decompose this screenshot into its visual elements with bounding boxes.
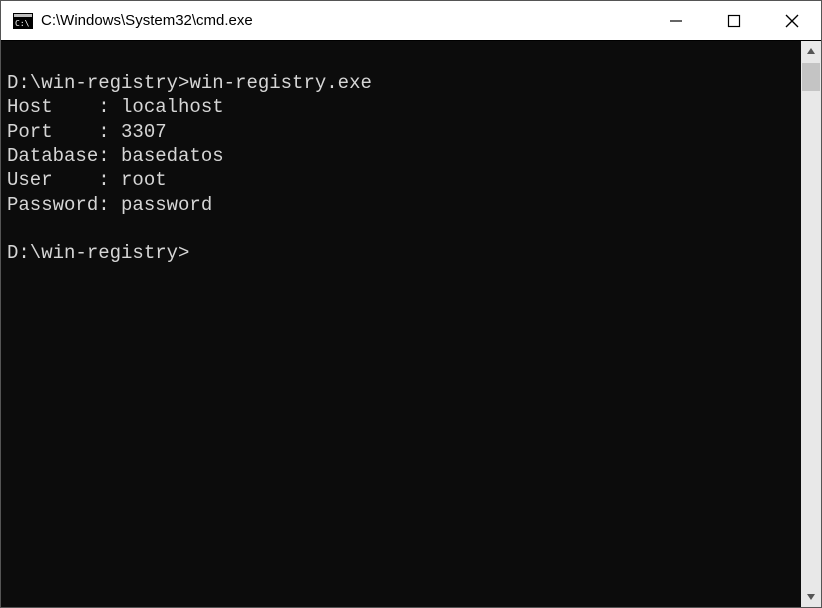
scroll-up-icon[interactable] xyxy=(801,41,821,61)
output-line: User : root xyxy=(7,169,167,191)
close-button[interactable] xyxy=(763,1,821,40)
prompt-path: D:\win-registry> xyxy=(7,242,189,264)
titlebar: C:\ C:\Windows\System32\cmd.exe xyxy=(1,1,821,41)
cmd-icon: C:\ xyxy=(13,13,33,29)
output-line: Database: basedatos xyxy=(7,145,224,167)
output-line: Host : localhost xyxy=(7,96,224,118)
output-line: Password: password xyxy=(7,194,212,216)
minimize-button[interactable] xyxy=(647,1,705,40)
scroll-down-icon[interactable] xyxy=(801,587,821,607)
window-title: C:\Windows\System32\cmd.exe xyxy=(41,12,647,29)
window-controls xyxy=(647,1,821,40)
svg-text:C:\: C:\ xyxy=(15,19,30,28)
prompt-path: D:\win-registry> xyxy=(7,72,189,94)
scroll-thumb[interactable] xyxy=(802,63,820,91)
output-line: Port : 3307 xyxy=(7,121,167,143)
maximize-button[interactable] xyxy=(705,1,763,40)
prompt-line: D:\win-registry>win-registry.exe xyxy=(7,72,372,94)
prompt-command: win-registry.exe xyxy=(189,72,371,94)
scrollbar[interactable] xyxy=(801,41,821,607)
terminal-output[interactable]: D:\win-registry>win-registry.exe Host : … xyxy=(1,41,801,607)
terminal-area: D:\win-registry>win-registry.exe Host : … xyxy=(1,41,821,607)
prompt-line: D:\win-registry> xyxy=(7,242,189,264)
